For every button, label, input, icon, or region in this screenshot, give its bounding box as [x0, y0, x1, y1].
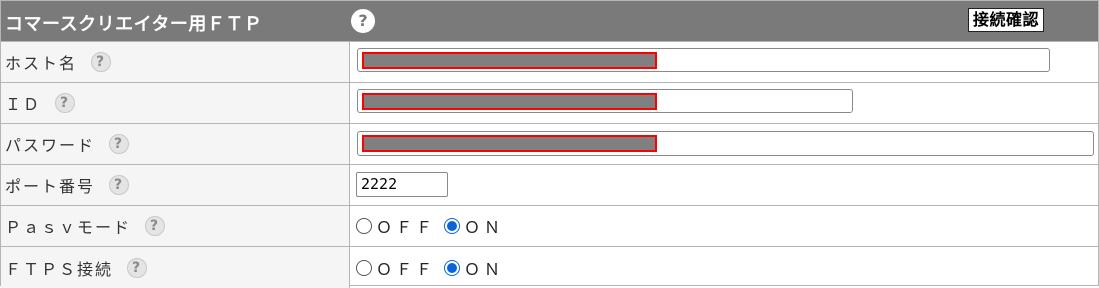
host-label: ホスト名 [5, 54, 78, 73]
ftps-radio-group: ＯＦＦ ＯＮ [356, 247, 512, 288]
help-icon[interactable]: ? [91, 52, 112, 72]
label-cell: Ｐａｓｖモード ? [1, 206, 350, 246]
label-cell: ＦＴＰＳ接続 ? [1, 247, 350, 288]
help-icon[interactable]: ? [55, 93, 76, 113]
label-cell: パスワード ? [1, 124, 350, 164]
ftp-settings-panel: コマースクリエイター用ＦＴＰ ? 接続確認 ホスト名 ? ＩＤ ? パスワード … [0, 0, 1099, 288]
host-label-wrap: ホスト名 ? [5, 42, 112, 82]
row-ftps: ＦＴＰＳ接続 ? ＯＦＦ ＯＮ [1, 247, 1098, 288]
port-label-wrap: ポート番号 ? [5, 165, 130, 205]
ftps-off-radio[interactable] [356, 259, 372, 276]
row-port: ポート番号 ? 2222 [1, 165, 1098, 206]
pasv-label-wrap: Ｐａｓｖモード ? [5, 206, 166, 246]
section-header: コマースクリエイター用ＦＴＰ ? 接続確認 [1, 1, 1098, 42]
password-input[interactable] [357, 131, 1094, 156]
id-label-wrap: ＩＤ ? [5, 83, 76, 123]
id-label: ＩＤ [5, 95, 42, 114]
ftps-off-label[interactable]: ＯＦＦ [376, 256, 436, 280]
ftps-on-radio[interactable] [444, 259, 461, 276]
ftps-label: ＦＴＰＳ接続 [5, 259, 114, 279]
ftps-label-wrap: ＦＴＰＳ接続 ? [5, 247, 148, 288]
row-id: ＩＤ ? [1, 83, 1098, 124]
redacted-value [362, 52, 657, 69]
label-cell: ＩＤ ? [1, 83, 350, 123]
password-label: パスワード [5, 136, 96, 155]
help-icon[interactable]: ? [145, 216, 166, 236]
help-icon[interactable]: ? [109, 134, 130, 154]
row-pasv: Ｐａｓｖモード ? ＯＦＦ ＯＮ [1, 206, 1098, 247]
port-input[interactable]: 2222 [356, 172, 448, 197]
host-input[interactable] [357, 48, 1050, 72]
pasv-radio-group: ＯＦＦ ＯＮ [356, 206, 512, 246]
port-label: ポート番号 [5, 177, 96, 196]
pasv-off-label[interactable]: ＯＦＦ [376, 214, 436, 238]
ftps-on-label[interactable]: ＯＮ [464, 256, 504, 280]
help-icon[interactable]: ? [351, 9, 375, 33]
pasv-label: Ｐａｓｖモード [5, 218, 132, 237]
id-input[interactable] [357, 89, 853, 113]
label-cell: ホスト名 ? [1, 42, 350, 82]
redacted-value [362, 135, 657, 152]
row-host: ホスト名 ? [1, 42, 1098, 83]
password-label-wrap: パスワード ? [5, 124, 130, 164]
connection-test-button[interactable]: 接続確認 [968, 8, 1045, 32]
section-title: コマースクリエイター用ＦＴＰ [5, 14, 263, 35]
row-password: パスワード ? [1, 124, 1098, 165]
help-icon[interactable]: ? [127, 257, 148, 278]
redacted-value [362, 93, 657, 110]
pasv-off-radio[interactable] [356, 218, 372, 234]
help-icon[interactable]: ? [109, 175, 130, 195]
pasv-on-radio[interactable] [444, 218, 461, 234]
label-cell: ポート番号 ? [1, 165, 350, 205]
pasv-on-label[interactable]: ＯＮ [464, 214, 504, 238]
